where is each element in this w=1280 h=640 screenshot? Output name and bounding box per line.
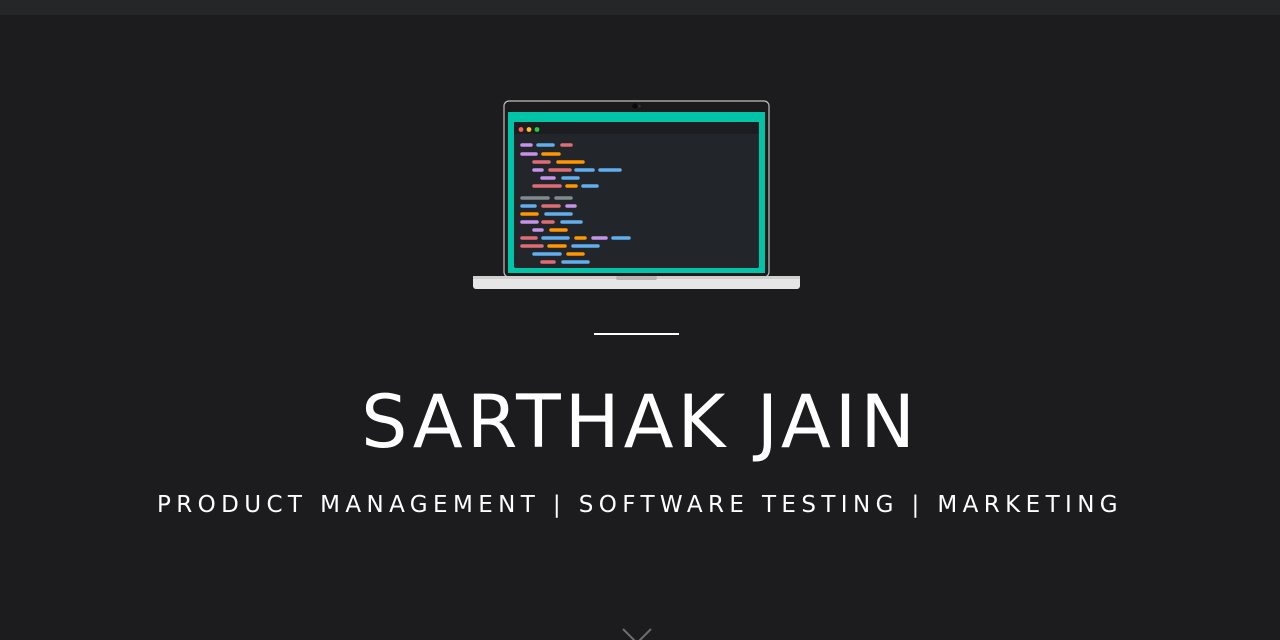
laptop-code-icon [473,100,800,289]
hero-tagline: PRODUCT MANAGEMENT | SOFTWARE TESTING | … [156,492,1124,518]
top-bar [0,0,1280,15]
title-divider [594,333,679,335]
chevron-down-icon[interactable] [620,625,654,640]
hero-name: SARTHAK JAIN [361,380,919,465]
